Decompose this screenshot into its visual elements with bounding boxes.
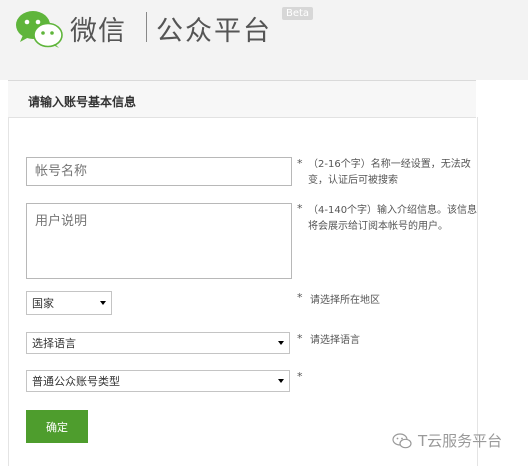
chevron-down-icon <box>278 379 284 383</box>
account-type-select[interactable]: 普通公众账号类型 <box>26 370 290 392</box>
brand-title: 微信 <box>70 16 126 47</box>
watermark-text: T云服务平台 <box>418 432 503 450</box>
language-select-value: 选择语言 <box>32 337 76 350</box>
required-mark: * <box>297 291 303 304</box>
section-title: 请输入账号基本信息 <box>28 95 137 109</box>
header: 微信 公众平台 Beta <box>0 0 528 80</box>
country-note: 请选择所在地区 <box>310 295 380 306</box>
header-divider <box>146 12 147 42</box>
account-type-select-value: 普通公众账号类型 <box>32 375 120 388</box>
required-mark: * <box>297 202 303 215</box>
section-header: 请输入账号基本信息 <box>8 80 476 118</box>
language-select[interactable]: 选择语言 <box>26 332 290 354</box>
country-select-value: 国家 <box>32 297 54 310</box>
country-select[interactable]: 国家 <box>26 291 112 315</box>
watermark: T云服务平台 <box>392 430 502 451</box>
wechat-logo-icon <box>392 432 412 448</box>
chevron-down-icon <box>100 301 106 305</box>
submit-button[interactable]: 确定 <box>26 410 88 443</box>
language-note: 请选择语言 <box>310 335 360 346</box>
required-mark: * <box>297 370 303 383</box>
description-note: （4-140个字）输入介绍信息。该信息将会展示给订阅本帐号的用户。 <box>308 205 478 232</box>
beta-badge: Beta <box>282 7 314 20</box>
account-name-input[interactable] <box>26 157 292 186</box>
description-textarea[interactable] <box>26 203 292 279</box>
wechat-logo-icon <box>16 11 63 48</box>
platform-title: 公众平台 <box>156 16 272 47</box>
chevron-down-icon <box>278 341 284 345</box>
required-mark: * <box>297 157 303 170</box>
required-mark: * <box>297 332 303 345</box>
account-name-note: （2-16个字）名称一经设置，无法改变，认证后可被搜索 <box>308 159 471 186</box>
